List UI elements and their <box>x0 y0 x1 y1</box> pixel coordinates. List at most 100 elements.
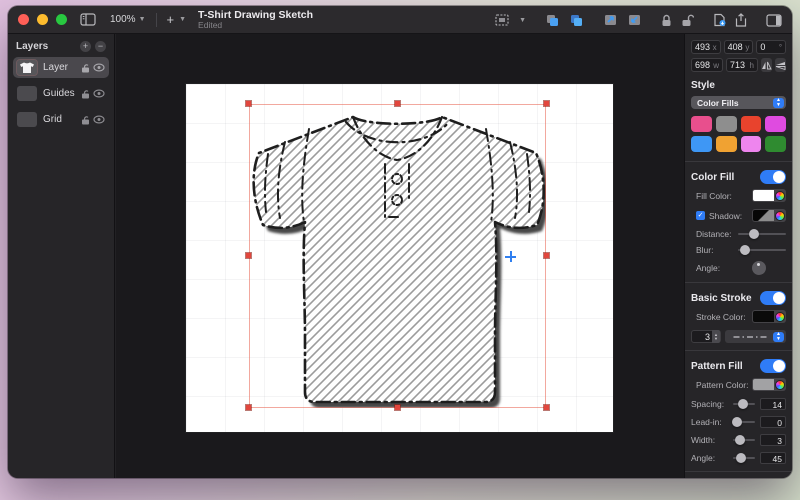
swatch-green[interactable] <box>765 136 786 152</box>
blur-slider[interactable] <box>738 249 786 251</box>
basic-stroke-toggle[interactable] <box>760 291 786 305</box>
selection-handle-top-right[interactable] <box>544 101 549 106</box>
spacing-slider[interactable] <box>733 403 755 405</box>
selection-handle-middle-right[interactable] <box>544 253 549 258</box>
flip-vertical-button[interactable] <box>775 58 786 72</box>
add-button[interactable]: + <box>167 12 175 27</box>
selection-handle-bottom-middle[interactable] <box>395 405 400 410</box>
visibility-eye-icon[interactable] <box>93 63 105 72</box>
stroke-color-well[interactable] <box>752 310 786 323</box>
close-window-button[interactable] <box>18 14 29 25</box>
color-picker-icon <box>775 211 785 221</box>
selection-handle-top-left[interactable] <box>246 101 251 106</box>
selection-handle-top-middle[interactable] <box>395 101 400 106</box>
pattern-width-slider[interactable] <box>733 439 755 441</box>
rotation-field[interactable]: 0 ° <box>756 40 786 54</box>
toolbar-separator <box>156 13 157 27</box>
lock-icon[interactable] <box>661 14 672 27</box>
layers-panel: Layers + − Layer Guides <box>8 34 115 478</box>
group-icon[interactable] <box>545 13 560 27</box>
shadow-checkbox[interactable]: ✓ <box>696 211 705 220</box>
document-title-block: T-Shirt Drawing Sketch Edited <box>198 9 313 31</box>
unlock-icon[interactable] <box>681 14 694 27</box>
slider-thumb[interactable] <box>736 453 746 463</box>
artboard-insert-icon[interactable] <box>494 13 510 27</box>
pattern-angle-slider[interactable] <box>733 457 755 459</box>
scale-down-icon[interactable] <box>627 13 642 27</box>
canvas[interactable] <box>116 34 684 478</box>
height-field[interactable]: 713 h <box>726 58 758 72</box>
spacing-label: Spacing: <box>691 399 733 409</box>
artboard[interactable] <box>186 84 613 432</box>
selection-handle-bottom-left[interactable] <box>246 405 251 410</box>
dash-pattern-dropdown[interactable]: ▲▼ <box>725 330 786 343</box>
inspector-toggle-icon[interactable] <box>766 14 782 27</box>
y-position-field[interactable]: 408 y <box>724 40 754 54</box>
x-position-field[interactable]: 493 x <box>691 40 721 54</box>
width-value: 698 <box>695 60 713 70</box>
layer-row-guides[interactable]: Guides <box>13 83 109 104</box>
layer-thumbnail <box>17 60 37 75</box>
pattern-width-value-field[interactable]: 3 <box>760 434 786 446</box>
share-icon[interactable] <box>735 13 747 27</box>
distance-slider[interactable] <box>738 233 786 235</box>
layer-name: Layer <box>43 62 78 73</box>
titlebar: 100% ▼ + ▼ T-Shirt Drawing Sketch Edited… <box>8 6 792 34</box>
pattern-color-well[interactable] <box>752 378 786 391</box>
stroke-width-stepper[interactable]: 3 ▲▼ <box>691 330 721 343</box>
layer-row-grid[interactable]: Grid <box>13 109 109 130</box>
artboard-chevron-icon[interactable]: ▼ <box>519 17 526 24</box>
swatch-red[interactable] <box>741 116 762 132</box>
selection-handle-bottom-right[interactable] <box>544 405 549 410</box>
add-layer-button[interactable]: + <box>80 41 91 52</box>
style-preset-dropdown[interactable]: Color Fills ▲▼ <box>691 96 786 109</box>
pattern-fill-toggle[interactable] <box>760 359 786 373</box>
lock-icon[interactable] <box>81 63 90 73</box>
lead-in-label: Lead-in: <box>691 417 733 427</box>
swatch-gray[interactable] <box>716 116 737 132</box>
zoom-level-value: 100% <box>110 14 136 25</box>
layer-row-layer[interactable]: Layer <box>13 57 109 78</box>
swatch-pink[interactable] <box>691 116 712 132</box>
lock-icon[interactable] <box>81 89 90 99</box>
flip-horizontal-button[interactable] <box>761 58 772 72</box>
lead-in-value-field[interactable]: 0 <box>760 416 786 428</box>
lead-in-slider[interactable] <box>733 421 755 423</box>
remove-layer-button[interactable]: − <box>95 41 106 52</box>
lock-icon[interactable] <box>81 115 90 125</box>
minimize-window-button[interactable] <box>37 14 48 25</box>
selection-handle-middle-left[interactable] <box>246 253 251 258</box>
rotation-unit: ° <box>779 43 782 52</box>
swatch-blue[interactable] <box>691 136 712 152</box>
fill-color-well[interactable] <box>752 189 786 202</box>
spacing-value-field[interactable]: 14 <box>760 398 786 410</box>
export-document-icon[interactable] <box>713 13 726 27</box>
ungroup-icon[interactable] <box>569 13 584 27</box>
stepper-arrows-icon[interactable]: ▲▼ <box>712 330 720 343</box>
zoom-window-button[interactable] <box>56 14 67 25</box>
zoom-level-dropdown[interactable]: 100% ▼ <box>110 14 146 25</box>
visibility-eye-icon[interactable] <box>93 89 105 98</box>
color-picker-icon <box>775 191 785 201</box>
dropdown-chevrons-icon: ▲▼ <box>773 332 784 342</box>
add-chevron-icon[interactable]: ▼ <box>179 16 186 23</box>
swatch-magenta[interactable] <box>765 116 786 132</box>
pattern-angle-value-field[interactable]: 45 <box>760 452 786 464</box>
pattern-angle-label: Angle: <box>691 453 733 463</box>
scale-up-icon[interactable] <box>603 13 618 27</box>
style-preset-value: Color Fills <box>697 98 773 108</box>
slider-thumb[interactable] <box>732 417 742 427</box>
width-field[interactable]: 698 w <box>691 58 723 72</box>
swatch-orange[interactable] <box>716 136 737 152</box>
angle-knob[interactable] <box>752 261 766 275</box>
slider-thumb[interactable] <box>740 245 750 255</box>
slider-thumb[interactable] <box>735 435 745 445</box>
shadow-color-well[interactable] <box>752 209 786 222</box>
visibility-eye-icon[interactable] <box>93 115 105 124</box>
swatch-orchid[interactable] <box>741 136 762 152</box>
slider-thumb[interactable] <box>749 229 759 239</box>
color-fill-toggle[interactable] <box>760 170 786 184</box>
sidebar-toggle-icon[interactable] <box>80 13 96 26</box>
tshirt-drawing[interactable] <box>249 104 546 408</box>
slider-thumb[interactable] <box>738 399 748 409</box>
